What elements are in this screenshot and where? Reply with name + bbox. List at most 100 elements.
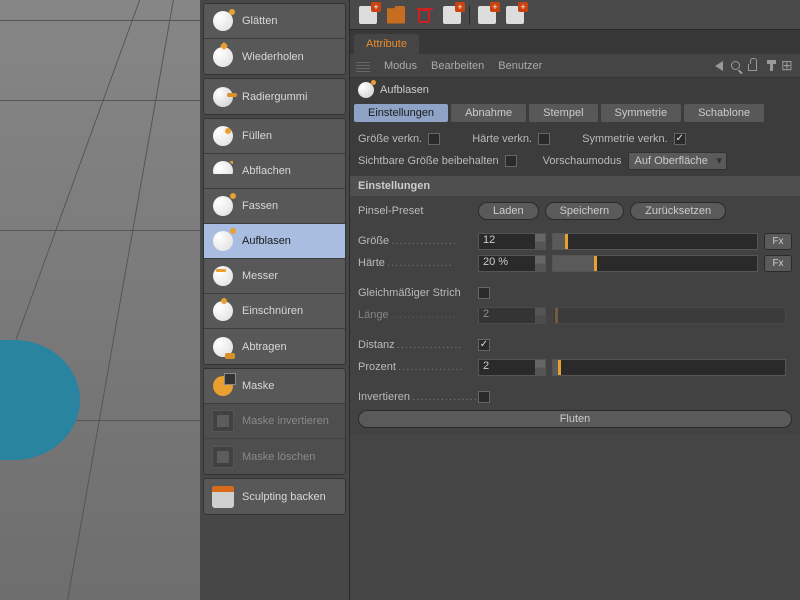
viewport-3d[interactable]	[0, 0, 200, 600]
tool-radiergummi[interactable]: Radiergummi	[204, 79, 345, 114]
repeat-icon	[213, 47, 233, 67]
fill-icon	[213, 126, 233, 146]
tool-aufblasen[interactable]: Aufblasen	[204, 224, 345, 259]
menu-bar: Modus Bearbeiten Benutzer ⊞	[350, 54, 800, 78]
doc-icon	[443, 6, 461, 24]
icon-toolbar	[350, 0, 800, 30]
pin-icon[interactable]	[770, 60, 773, 71]
input-groesse[interactable]: 12	[478, 233, 546, 250]
sculpt-tools-panel: Glätten Wiederholen Radiergummi Füllen A…	[200, 0, 350, 600]
tab-einstellungen[interactable]: Einstellungen	[354, 104, 448, 122]
tool-maske-invertieren[interactable]: Maske invertieren	[204, 404, 345, 439]
checkbox-distanz[interactable]	[478, 339, 490, 351]
inflate-icon	[213, 231, 233, 251]
tab-stempel[interactable]: Stempel	[529, 104, 597, 122]
button-fluten[interactable]: Fluten	[358, 410, 792, 428]
tool-abflachen[interactable]: Abflachen	[204, 154, 345, 189]
tool-fuellen[interactable]: Füllen	[204, 119, 345, 154]
tool-label: Messer	[242, 270, 278, 282]
checkbox-symmetrie-verkn[interactable]	[674, 133, 686, 145]
object-title: Aufblasen	[380, 84, 429, 96]
slider-groesse[interactable]	[552, 233, 758, 250]
input-haerte[interactable]: 20 %	[478, 255, 546, 272]
tool-sculpt-backen[interactable]: Sculpting backen	[204, 479, 345, 514]
flatten-icon	[213, 161, 233, 181]
delete-button[interactable]	[410, 3, 438, 27]
menu-modus[interactable]: Modus	[384, 60, 417, 72]
tool-label: Radiergummi	[242, 91, 307, 103]
doc-op3-button[interactable]	[501, 3, 529, 27]
nav-back-icon[interactable]	[715, 61, 723, 71]
label-haerte-verkn: Härte verkn.	[472, 133, 532, 145]
smooth-icon	[213, 11, 233, 31]
tool-abtragen[interactable]: Abtragen	[204, 329, 345, 364]
slider-prozent[interactable]	[552, 359, 786, 376]
tab-attribute[interactable]: Attribute	[354, 34, 419, 54]
tool-maske-loeschen[interactable]: Maske löschen	[204, 439, 345, 474]
label-symmetrie-verkn: Symmetrie verkn.	[582, 133, 668, 145]
tool-fassen[interactable]: Fassen	[204, 189, 345, 224]
new-doc-icon	[359, 6, 377, 24]
label-prozent: Prozent	[358, 361, 478, 373]
label-laenge: Länge	[358, 309, 478, 321]
mask-invert-icon	[212, 410, 234, 432]
doc-op1-button[interactable]	[438, 3, 466, 27]
eraser-icon	[213, 87, 233, 107]
tool-label: Glätten	[242, 15, 277, 27]
dropdown-vorschau[interactable]: Auf Oberfläche	[628, 152, 727, 170]
label-gleichmaessig: Gleichmäßiger Strich	[358, 287, 478, 299]
checkbox-groesse-verkn[interactable]	[428, 133, 440, 145]
tool-label: Abtragen	[242, 341, 287, 353]
input-prozent[interactable]: 2	[478, 359, 546, 376]
checkbox-invertieren[interactable]	[478, 391, 490, 403]
tab-symmetrie[interactable]: Symmetrie	[601, 104, 682, 122]
mask-clear-icon	[212, 446, 234, 468]
checkbox-sichtbare[interactable]	[505, 155, 517, 167]
label-vorschau: Vorschaumodus	[543, 155, 622, 167]
button-speichern[interactable]: Speichern	[545, 202, 625, 220]
fx-groesse[interactable]: Fx	[764, 233, 792, 250]
new-doc-button[interactable]	[354, 3, 382, 27]
lock-icon[interactable]	[748, 64, 757, 71]
menu-benutzer[interactable]: Benutzer	[498, 60, 542, 72]
label-haerte: Härte	[358, 257, 478, 269]
tool-label: Füllen	[242, 130, 272, 142]
doc-op2-button[interactable]	[473, 3, 501, 27]
open-folder-button[interactable]	[382, 3, 410, 27]
scrape-icon	[213, 337, 233, 357]
tab-abnahme[interactable]: Abnahme	[451, 104, 526, 122]
label-sichtbare: Sichtbare Größe beibehalten	[358, 155, 499, 167]
main-tab-bar: Attribute	[350, 30, 800, 54]
tool-wiederholen[interactable]: Wiederholen	[204, 39, 345, 74]
attr-tabs: Einstellungen Abnahme Stempel Symmetrie …	[350, 102, 800, 124]
checkbox-gleichmaessig[interactable]	[478, 287, 490, 299]
checkbox-haerte-verkn[interactable]	[538, 133, 550, 145]
button-zuruecksetzen[interactable]: Zurücksetzen	[630, 202, 726, 220]
tool-maske[interactable]: Maske	[204, 369, 345, 404]
button-laden[interactable]: Laden	[478, 202, 539, 220]
mask-icon	[213, 376, 233, 396]
pinch-icon	[213, 301, 233, 321]
slider-laenge	[552, 307, 786, 324]
menu-bearbeiten[interactable]: Bearbeiten	[431, 60, 484, 72]
trash-icon	[418, 9, 430, 23]
bake-icon	[212, 486, 234, 508]
section-header: Einstellungen	[350, 176, 800, 196]
tool-messer[interactable]: Messer	[204, 259, 345, 294]
plus-icon[interactable]: ⊞	[781, 59, 794, 72]
tool-einschnueren[interactable]: Einschnüren	[204, 294, 345, 329]
fx-haerte[interactable]: Fx	[764, 255, 792, 272]
slider-haerte[interactable]	[552, 255, 758, 272]
tool-label: Aufblasen	[242, 235, 291, 247]
tool-glaetten[interactable]: Glätten	[204, 4, 345, 39]
grip-icon[interactable]	[356, 60, 370, 72]
doc-icon	[506, 6, 524, 24]
input-laenge: 2	[478, 307, 546, 324]
tab-schablone[interactable]: Schablone	[684, 104, 764, 122]
tool-label: Fassen	[242, 200, 278, 212]
tool-label: Maske invertieren	[242, 415, 329, 427]
mesh-object[interactable]	[0, 340, 80, 460]
inflate-icon	[358, 82, 374, 98]
knife-icon	[213, 266, 233, 286]
search-icon[interactable]	[731, 61, 740, 70]
